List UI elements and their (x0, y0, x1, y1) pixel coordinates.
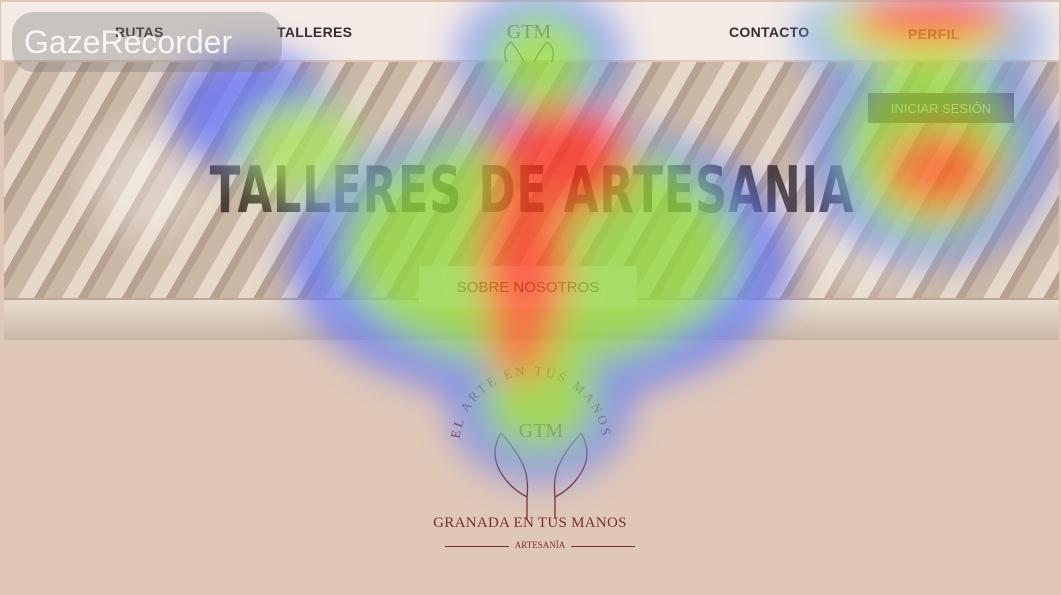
nav-logo-text: GTM (507, 21, 552, 43)
nav-contacto[interactable]: CONTACTO (729, 24, 809, 40)
brand-name: GRANADA EN TUS MANOS (433, 515, 627, 531)
brand-logo-text: GTM (519, 420, 564, 442)
nav-perfil[interactable]: PERFIL (908, 26, 960, 42)
nav-talleres[interactable]: TALLERES (277, 24, 352, 40)
watermark-label: GazeRecorder (24, 24, 233, 60)
gazerecorder-watermark: GazeRecorder (12, 12, 282, 72)
hands-icon (494, 432, 588, 519)
login-button[interactable]: INICIAR SESIÓN (868, 93, 1014, 123)
about-button[interactable]: SOBRE NOSOTROS (419, 266, 637, 308)
hero-banner: TALLERES DE ARTESANIA INICIAR SESIÓN SOB… (4, 62, 1059, 340)
page-frame: RUTAS TALLERES GTM CONTACTO PERFIL TALLE… (1, 2, 1059, 594)
hero-title: TALLERES DE ARTESANIA (209, 154, 855, 228)
brand-subtitle: ARTESANÍA (445, 540, 635, 550)
